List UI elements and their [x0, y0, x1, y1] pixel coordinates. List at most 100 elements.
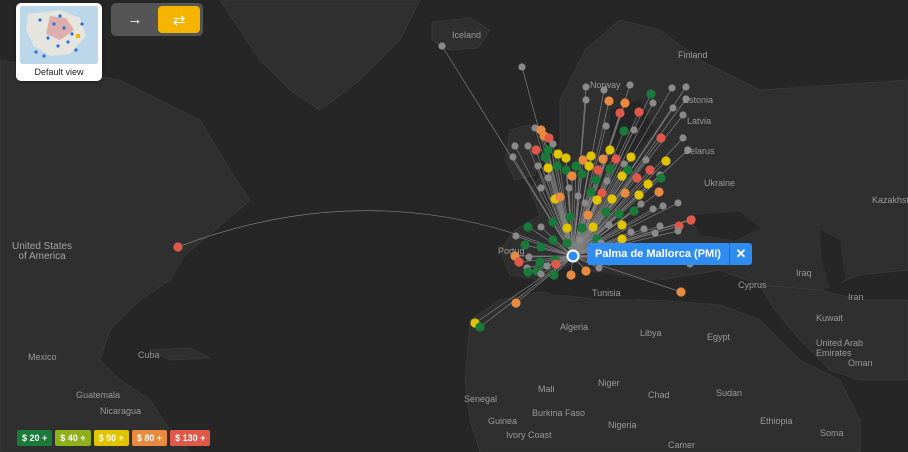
- destination-marker[interactable]: [551, 259, 561, 269]
- destination-marker[interactable]: [555, 192, 565, 202]
- destination-marker[interactable]: [543, 163, 553, 173]
- destination-marker[interactable]: [581, 266, 591, 276]
- destination-marker[interactable]: [619, 126, 629, 136]
- destination-marker[interactable]: [614, 209, 624, 219]
- destination-marker[interactable]: [561, 153, 571, 163]
- destination-marker[interactable]: [562, 238, 572, 248]
- destination-marker[interactable]: [656, 173, 666, 183]
- destination-marker[interactable]: [620, 188, 630, 198]
- destination-marker[interactable]: [634, 190, 644, 200]
- destination-marker[interactable]: [626, 152, 636, 162]
- destination-marker[interactable]: [629, 206, 639, 216]
- destination-marker[interactable]: [640, 225, 648, 233]
- destination-marker[interactable]: [646, 89, 656, 99]
- destination-marker[interactable]: [512, 232, 520, 240]
- destination-marker[interactable]: [682, 83, 690, 91]
- destination-marker[interactable]: [649, 205, 657, 213]
- destination-marker[interactable]: [537, 223, 545, 231]
- destination-marker[interactable]: [574, 192, 582, 200]
- destination-marker[interactable]: [567, 171, 577, 181]
- destination-marker[interactable]: [548, 235, 558, 245]
- destination-marker[interactable]: [626, 81, 634, 89]
- default-view-button[interactable]: Default view: [16, 3, 102, 81]
- destination-marker[interactable]: [654, 187, 664, 197]
- destination-marker[interactable]: [603, 177, 611, 185]
- destination-marker[interactable]: [475, 322, 485, 332]
- destination-marker[interactable]: [651, 229, 659, 237]
- destination-marker[interactable]: [581, 199, 589, 207]
- destination-marker[interactable]: [548, 217, 558, 227]
- legend-40[interactable]: $ 40 +: [55, 430, 91, 446]
- destination-marker[interactable]: [577, 169, 587, 179]
- destination-marker[interactable]: [661, 156, 671, 166]
- legend-20[interactable]: $ 20 +: [17, 430, 53, 446]
- destination-marker[interactable]: [588, 222, 598, 232]
- destination-marker[interactable]: [592, 195, 602, 205]
- destination-marker[interactable]: [611, 154, 621, 164]
- destination-marker[interactable]: [511, 142, 519, 150]
- destination-marker[interactable]: [576, 236, 584, 244]
- destination-marker[interactable]: [668, 84, 676, 92]
- destination-marker[interactable]: [601, 207, 611, 217]
- destination-marker[interactable]: [524, 142, 532, 150]
- destination-marker[interactable]: [565, 212, 575, 222]
- one-way-button[interactable]: →: [114, 6, 156, 33]
- destination-marker[interactable]: [679, 111, 687, 119]
- legend-80[interactable]: $ 80 +: [131, 430, 168, 446]
- destination-marker[interactable]: [565, 184, 573, 192]
- destination-marker[interactable]: [562, 223, 572, 233]
- destination-marker[interactable]: [591, 175, 601, 185]
- destination-marker[interactable]: [656, 133, 666, 143]
- destination-marker[interactable]: [544, 174, 552, 182]
- destination-marker[interactable]: [438, 42, 446, 50]
- destination-marker[interactable]: [173, 242, 183, 252]
- destination-marker[interactable]: [617, 220, 627, 230]
- destination-marker[interactable]: [549, 270, 559, 280]
- destination-marker[interactable]: [584, 161, 594, 171]
- destination-marker[interactable]: [674, 199, 682, 207]
- destination-marker[interactable]: [577, 223, 587, 233]
- destination-marker[interactable]: [604, 96, 614, 106]
- destination-marker[interactable]: [514, 257, 524, 267]
- round-trip-button[interactable]: ⇄: [158, 6, 200, 33]
- destination-marker[interactable]: [642, 156, 650, 164]
- destination-marker[interactable]: [537, 184, 545, 192]
- destination-marker[interactable]: [656, 222, 664, 230]
- destination-marker[interactable]: [509, 153, 517, 161]
- destination-marker[interactable]: [586, 187, 596, 197]
- destination-marker[interactable]: [525, 253, 533, 261]
- destination-marker[interactable]: [615, 108, 625, 118]
- close-icon[interactable]: ✕: [728, 243, 752, 265]
- destination-marker[interactable]: [605, 221, 613, 229]
- destination-marker[interactable]: [659, 202, 667, 210]
- destination-marker[interactable]: [630, 126, 638, 134]
- destination-marker[interactable]: [643, 179, 653, 189]
- destination-marker[interactable]: [531, 145, 541, 155]
- destination-marker[interactable]: [540, 152, 550, 162]
- destination-marker[interactable]: [583, 210, 593, 220]
- destination-marker[interactable]: [582, 83, 590, 91]
- destination-marker[interactable]: [607, 194, 617, 204]
- destination-marker[interactable]: [686, 215, 696, 225]
- destination-marker[interactable]: [679, 134, 687, 142]
- destination-marker[interactable]: [598, 154, 608, 164]
- destination-marker[interactable]: [645, 165, 655, 175]
- destination-marker[interactable]: [523, 267, 533, 277]
- destination-marker[interactable]: [605, 164, 615, 174]
- destination-marker[interactable]: [586, 151, 596, 161]
- legend-130[interactable]: $ 130 +: [170, 430, 211, 446]
- destination-marker[interactable]: [537, 270, 545, 278]
- destination-marker[interactable]: [602, 122, 610, 130]
- destination-marker[interactable]: [518, 63, 526, 71]
- world-map[interactable]: [0, 0, 908, 452]
- legend-50[interactable]: $ 50 +: [93, 430, 129, 446]
- destination-marker[interactable]: [627, 228, 635, 236]
- destination-marker[interactable]: [595, 264, 603, 272]
- destination-marker[interactable]: [669, 104, 677, 112]
- destination-marker[interactable]: [536, 242, 546, 252]
- destination-marker[interactable]: [571, 161, 581, 171]
- destination-marker[interactable]: [511, 298, 521, 308]
- destination-marker[interactable]: [593, 165, 603, 175]
- destination-marker[interactable]: [674, 227, 682, 235]
- destination-marker[interactable]: [605, 145, 615, 155]
